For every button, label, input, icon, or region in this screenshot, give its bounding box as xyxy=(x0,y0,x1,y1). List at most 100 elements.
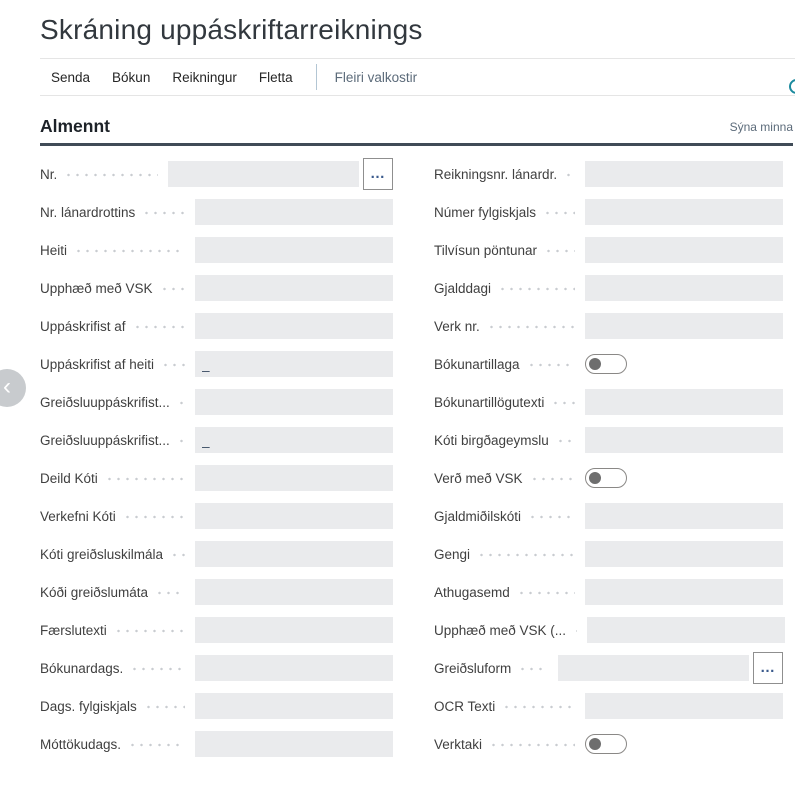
show-less-link[interactable]: Sýna minna xyxy=(730,120,793,136)
field-input[interactable] xyxy=(195,579,393,605)
dotted-leader xyxy=(177,401,185,405)
dotted-leader xyxy=(177,439,185,443)
field-control xyxy=(195,503,393,529)
field-input[interactable] xyxy=(195,693,393,719)
action-reikningur[interactable]: Reikningur xyxy=(161,70,248,85)
toggle-knob xyxy=(589,472,601,484)
field-label: Verk nr. xyxy=(434,319,480,334)
field-label: Gengi xyxy=(434,547,470,562)
field-control xyxy=(195,617,393,643)
field-input[interactable] xyxy=(585,199,783,225)
field-label: Uppáskrifist af xyxy=(40,319,126,334)
fasttab-header-almennt: Almennt Sýna minna xyxy=(40,116,793,146)
field-input[interactable] xyxy=(585,693,783,719)
dotted-leader xyxy=(489,743,575,747)
more-options-button[interactable]: Fleiri valkostir xyxy=(329,70,424,85)
field-input[interactable] xyxy=(585,503,783,529)
field-label: Gjaldmiðilskóti xyxy=(434,509,521,524)
action-bokun[interactable]: Bókun xyxy=(101,70,161,85)
field-control xyxy=(585,313,783,339)
field-control: … xyxy=(168,158,393,190)
field-input[interactable] xyxy=(195,503,393,529)
field-input[interactable] xyxy=(195,731,393,757)
field-control xyxy=(195,465,393,491)
action-fletta[interactable]: Fletta xyxy=(248,70,304,85)
field-row-b-kunartillaga: Bókunartillaga xyxy=(434,351,783,377)
field-input[interactable] xyxy=(585,579,783,605)
assist-edit-button[interactable]: … xyxy=(363,158,393,190)
action-senda[interactable]: Senda xyxy=(40,70,101,85)
toggle-switch[interactable] xyxy=(585,468,627,488)
field-input[interactable] xyxy=(195,199,393,225)
field-input[interactable] xyxy=(168,161,359,187)
field-input[interactable] xyxy=(195,541,393,567)
field-control xyxy=(195,427,393,453)
field-input[interactable] xyxy=(587,617,785,643)
dotted-leader xyxy=(133,325,185,329)
field-row-upp-skrifist-af-heiti: Uppáskrifist af heiti xyxy=(40,351,393,377)
field-input[interactable] xyxy=(585,237,783,263)
field-row-dags-fylgiskjals: Dags. fylgiskjals xyxy=(40,693,393,719)
field-control xyxy=(585,354,783,374)
field-input[interactable] xyxy=(195,389,393,415)
toggle-switch[interactable] xyxy=(585,734,627,754)
field-row-athugasemd: Athugasemd xyxy=(434,579,783,605)
field-control xyxy=(195,313,393,339)
field-input[interactable] xyxy=(558,655,749,681)
dotted-leader xyxy=(527,363,575,367)
field-label: Gjalddagi xyxy=(434,281,491,296)
field-input[interactable] xyxy=(195,655,393,681)
field-input[interactable] xyxy=(585,161,783,187)
assist-edit-button[interactable]: … xyxy=(753,652,783,684)
dotted-leader xyxy=(170,553,185,557)
field-label: Tilvísun pöntunar xyxy=(434,243,537,258)
field-input[interactable] xyxy=(195,237,393,263)
field-label: Athugasemd xyxy=(434,585,510,600)
field-control xyxy=(195,351,393,377)
field-control xyxy=(585,389,783,415)
field-row-gengi: Gengi xyxy=(434,541,783,567)
field-control xyxy=(585,161,783,187)
field-control xyxy=(195,389,393,415)
field-input[interactable] xyxy=(195,465,393,491)
dotted-leader xyxy=(155,591,185,595)
dotted-leader xyxy=(551,401,575,405)
field-row-verkefni-k-ti: Verkefni Kóti xyxy=(40,503,393,529)
field-input[interactable] xyxy=(195,275,393,301)
field-row-k-ti-birg-ageymslu: Kóti birgðageymslu xyxy=(434,427,783,453)
field-input[interactable] xyxy=(585,313,783,339)
field-input[interactable] xyxy=(195,313,393,339)
field-input[interactable] xyxy=(195,351,393,377)
field-control xyxy=(585,468,783,488)
dotted-leader xyxy=(130,667,185,671)
field-label: Heiti xyxy=(40,243,67,258)
field-input[interactable] xyxy=(585,389,783,415)
dotted-leader xyxy=(502,705,575,709)
field-row-nr: Nr. … xyxy=(40,161,393,187)
field-label: Kóti birgðageymslu xyxy=(434,433,549,448)
field-row-f-rslutexti: Færslutexti xyxy=(40,617,393,643)
field-row-ocr-texti: OCR Texti xyxy=(434,693,783,719)
field-label: Verktaki xyxy=(434,737,482,752)
field-input[interactable] xyxy=(195,427,393,453)
field-input[interactable] xyxy=(195,617,393,643)
field-input[interactable] xyxy=(585,275,783,301)
field-label: Færslutexti xyxy=(40,623,107,638)
toggle-switch[interactable] xyxy=(585,354,627,374)
field-control xyxy=(195,275,393,301)
field-row-tilv-sun-p-ntunar: Tilvísun pöntunar xyxy=(434,237,783,263)
field-input[interactable] xyxy=(585,541,783,567)
previous-record-button[interactable]: ‹ xyxy=(0,369,26,407)
field-label: Reikningsnr. lánardr. xyxy=(434,167,557,182)
dotted-leader xyxy=(517,591,575,595)
dotted-leader xyxy=(518,667,548,671)
field-control xyxy=(585,275,783,301)
field-row-deild-k-ti: Deild Kóti xyxy=(40,465,393,491)
dotted-leader xyxy=(477,553,575,557)
field-input[interactable] xyxy=(585,427,783,453)
action-bar: Senda Bókun Reikningur Fletta Fleiri val… xyxy=(40,58,795,96)
dotted-leader xyxy=(142,211,185,215)
field-label: Bókunardags. xyxy=(40,661,123,676)
field-row-b-kunartill-gutexti: Bókunartillögutexti xyxy=(434,389,783,415)
field-control xyxy=(585,734,783,754)
